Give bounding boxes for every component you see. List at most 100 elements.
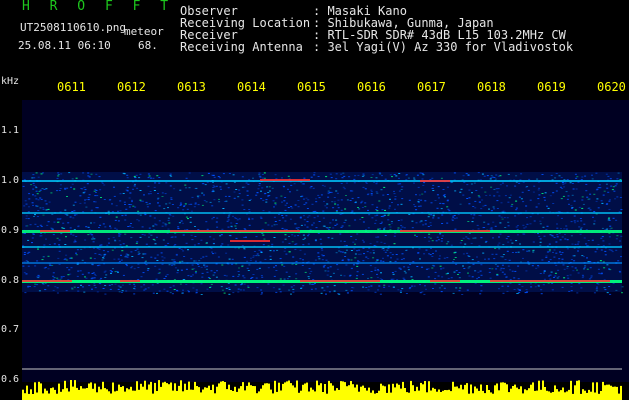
noise-speckle bbox=[594, 251, 597, 253]
noise-speckle bbox=[309, 283, 311, 285]
noise-speckle bbox=[53, 243, 56, 245]
noise-speckle bbox=[537, 284, 540, 286]
level-bar bbox=[36, 392, 38, 400]
noise-speckle bbox=[227, 244, 230, 246]
noise-speckle bbox=[67, 222, 70, 224]
noise-speckle bbox=[136, 219, 139, 221]
noise-speckle bbox=[321, 259, 324, 261]
noise-speckle bbox=[609, 199, 611, 201]
noise-speckle bbox=[518, 196, 521, 198]
noise-speckle bbox=[556, 227, 559, 229]
noise-speckle bbox=[194, 203, 197, 205]
noise-speckle bbox=[566, 275, 569, 277]
noise-speckle bbox=[499, 222, 502, 224]
noise-speckle bbox=[47, 221, 50, 223]
noise-speckle bbox=[193, 206, 196, 208]
level-bar bbox=[168, 384, 170, 400]
noise-speckle bbox=[290, 286, 293, 288]
noise-speckle bbox=[92, 236, 94, 238]
noise-speckle bbox=[328, 227, 331, 228]
level-bar bbox=[570, 380, 572, 400]
noise-speckle bbox=[345, 182, 348, 184]
noise-speckle bbox=[375, 209, 378, 211]
noise-speckle bbox=[234, 225, 237, 227]
noise-speckle bbox=[329, 276, 332, 278]
noise-speckle bbox=[582, 275, 585, 277]
noise-speckle bbox=[72, 204, 75, 206]
noise-speckle bbox=[235, 189, 238, 190]
noise-speckle bbox=[389, 198, 391, 200]
noise-speckle bbox=[60, 173, 63, 175]
noise-speckle bbox=[428, 240, 431, 242]
noise-speckle bbox=[258, 175, 261, 177]
noise-speckle bbox=[394, 196, 397, 197]
noise-speckle bbox=[35, 172, 38, 174]
noise-speckle bbox=[43, 244, 46, 246]
noise-speckle bbox=[197, 229, 200, 231]
noise-speckle bbox=[36, 216, 39, 217]
noise-speckle bbox=[568, 290, 571, 292]
noise-speckle bbox=[498, 242, 501, 244]
noise-speckle bbox=[476, 224, 479, 226]
noise-speckle bbox=[588, 207, 591, 209]
noise-speckle bbox=[431, 177, 434, 179]
noise-speckle bbox=[409, 287, 412, 288]
level-bar bbox=[180, 380, 182, 400]
noise-speckle bbox=[130, 267, 133, 269]
noise-speckle bbox=[283, 228, 286, 230]
noise-speckle bbox=[282, 284, 285, 286]
noise-speckle bbox=[590, 277, 593, 279]
noise-speckle bbox=[120, 254, 122, 256]
level-bar bbox=[336, 388, 338, 400]
noise-speckle bbox=[34, 214, 36, 216]
noise-speckle bbox=[96, 265, 99, 267]
noise-speckle bbox=[317, 252, 320, 254]
noise-speckle bbox=[104, 226, 107, 228]
noise-speckle bbox=[427, 236, 430, 238]
noise-speckle bbox=[446, 186, 449, 188]
noise-speckle bbox=[109, 227, 112, 229]
noise-speckle bbox=[232, 292, 235, 294]
noise-speckle bbox=[110, 272, 113, 274]
noise-speckle bbox=[139, 173, 142, 175]
noise-speckle bbox=[134, 206, 137, 208]
noise-speckle bbox=[542, 226, 545, 228]
noise-speckle bbox=[428, 233, 431, 235]
noise-speckle bbox=[274, 204, 277, 206]
level-bar bbox=[60, 391, 62, 400]
level-bar bbox=[204, 387, 206, 400]
level-bar bbox=[526, 390, 528, 400]
noise-speckle bbox=[583, 256, 585, 258]
level-bar bbox=[22, 389, 24, 400]
noise-speckle bbox=[279, 278, 282, 280]
noise-speckle bbox=[459, 287, 462, 289]
noise-speckle bbox=[336, 192, 339, 194]
noise-speckle bbox=[424, 285, 426, 287]
noise-speckle bbox=[550, 271, 553, 273]
noise-speckle bbox=[450, 277, 453, 279]
noise-speckle bbox=[126, 177, 129, 179]
noise-speckle bbox=[329, 266, 332, 268]
noise-speckle bbox=[453, 252, 456, 254]
noise-speckle bbox=[408, 288, 411, 290]
noise-speckle bbox=[538, 187, 541, 189]
noise-speckle bbox=[442, 195, 445, 197]
noise-speckle bbox=[539, 244, 542, 246]
noise-speckle bbox=[374, 222, 377, 224]
noise-speckle bbox=[430, 202, 433, 204]
x-tick-label: 0614 bbox=[237, 80, 266, 94]
noise-speckle bbox=[513, 277, 516, 279]
noise-speckle bbox=[499, 184, 502, 186]
noise-speckle bbox=[176, 289, 179, 291]
noise-speckle bbox=[397, 183, 400, 185]
noise-speckle bbox=[429, 237, 432, 239]
noise-speckle bbox=[206, 271, 209, 273]
noise-speckle bbox=[52, 289, 55, 291]
noise-speckle bbox=[531, 265, 534, 267]
noise-speckle bbox=[539, 241, 542, 243]
noise-speckle bbox=[167, 219, 170, 221]
noise-speckle bbox=[612, 186, 615, 188]
level-bar bbox=[32, 394, 34, 400]
noise-speckle bbox=[306, 208, 309, 209]
noise-speckle bbox=[515, 240, 518, 242]
